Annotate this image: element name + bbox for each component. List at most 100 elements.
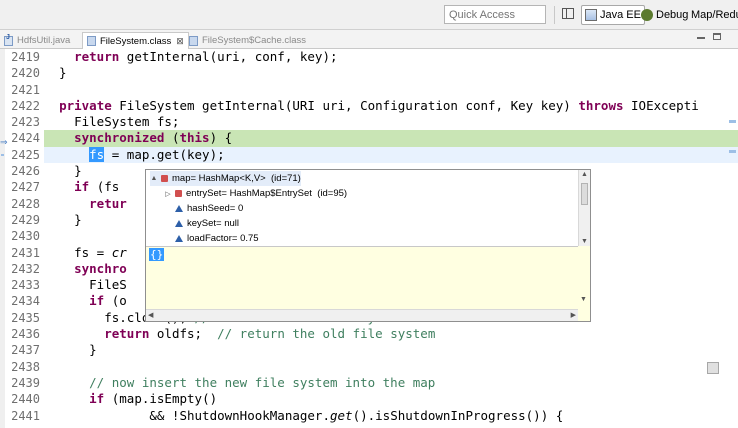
variable-label: hashSeed= 0: [187, 203, 244, 214]
protected-field-icon: [175, 220, 183, 227]
code-line[interactable]: fs = map.get(key);: [44, 146, 738, 164]
code-line[interactable]: if (map.isEmpty(): [44, 391, 738, 407]
line-number: 2432: [11, 261, 40, 276]
detail-value[interactable]: {}: [149, 248, 165, 261]
line-number: 2426: [11, 164, 40, 179]
overview-mark: [729, 120, 736, 123]
quick-access-input[interactable]: [444, 5, 546, 24]
private-field-icon: [161, 175, 168, 182]
java-ee-icon: [585, 9, 597, 21]
open-perspective-icon[interactable]: [562, 8, 574, 19]
debug-bug-icon: [641, 9, 653, 21]
keyword-token: this: [179, 130, 210, 146]
line-number: 2435: [11, 310, 40, 325]
variable-tree-item[interactable]: keySet= null: [150, 216, 239, 231]
code-line[interactable]: return oldfs; // return the old file sys…: [44, 326, 738, 342]
line-number: 2439: [11, 375, 40, 390]
scroll-right-icon[interactable]: ▶: [571, 311, 576, 319]
detail-scrollbar[interactable]: ▼: [578, 247, 590, 309]
expand-toggle-icon[interactable]: ▲: [150, 175, 158, 182]
keyword-token: private: [59, 97, 112, 113]
variable-tree-item[interactable]: loadFactor= 0.75: [150, 231, 259, 246]
private-field-icon: [175, 190, 182, 197]
code-line[interactable]: }: [44, 65, 738, 81]
code-line[interactable]: [44, 82, 738, 98]
line-number: 2420: [11, 66, 40, 81]
code-token: (: [104, 391, 120, 407]
line-number: 2419: [11, 50, 40, 64]
line-number: 2440: [11, 392, 40, 407]
tab-hdfsutil[interactable]: HdfsUtil.java: [0, 32, 74, 49]
code-line[interactable]: && !ShutdownHookManager.get().isShutdown…: [44, 408, 738, 424]
editor-scroll-thumb[interactable]: [707, 362, 719, 374]
code-line[interactable]: synchronized (this) {: [44, 130, 738, 147]
debug-hover-inspector[interactable]: ▲ map= HashMap<K,V> (id=71) ▷ entrySet= Has…: [145, 169, 591, 322]
minimize-icon[interactable]: [697, 37, 705, 39]
tab-filesystem-class[interactable]: FileSystem.class ⊠: [82, 32, 189, 49]
line-number: 2436: [11, 327, 40, 342]
code-line[interactable]: FileSystem fs;: [44, 114, 738, 130]
code-token: FileSystem getInternal(URI uri, Configur…: [111, 97, 579, 113]
code-token: }: [44, 163, 82, 179]
close-icon[interactable]: ⊠: [176, 36, 184, 47]
tree-scrollbar[interactable]: ▲ ▼: [578, 170, 590, 246]
perspective-java-ee-button[interactable]: Java EE: [581, 5, 645, 25]
perspective-label: Debug: [656, 9, 689, 21]
variable-tree[interactable]: ▲ map= HashMap<K,V> (id=71) ▷ entrySet= Has…: [146, 170, 578, 247]
expand-toggle-icon[interactable]: ▷: [164, 190, 172, 198]
toolbar-separator: [554, 6, 555, 24]
keyword-token: synchro: [74, 260, 127, 276]
variable-tree-item[interactable]: ▷ entrySet= HashMap$EntrySet (id=95): [150, 186, 347, 201]
protected-field-icon: [175, 205, 183, 212]
line-number: 2423: [11, 115, 40, 130]
line-number: 2429: [11, 212, 40, 227]
variable-label: loadFactor= 0.75: [187, 233, 259, 244]
scroll-thumb[interactable]: [581, 183, 588, 205]
code-line[interactable]: [44, 359, 738, 375]
code-line[interactable]: private FileSystem getInternal(URI uri, …: [44, 98, 738, 114]
class-file-icon: [87, 36, 96, 46]
keyword-token: if: [89, 391, 105, 407]
debug-current-line-icon: ⇒: [0, 137, 8, 147]
protected-field-icon: [175, 235, 183, 242]
tab-filesystem-cache-class[interactable]: FileSystem$Cache.class: [185, 32, 310, 49]
line-number: 2430: [11, 229, 40, 244]
variable-tree-item[interactable]: hashSeed= 0: [150, 201, 243, 216]
detail-horizontal-scrollbar[interactable]: ◀ ▶: [146, 309, 578, 321]
java-file-icon: [4, 34, 13, 46]
code-token: (o: [104, 293, 127, 309]
scroll-up-icon[interactable]: ▲: [581, 171, 588, 178]
scroll-left-icon[interactable]: ◀: [148, 311, 153, 319]
code-token: .isEmpty(): [141, 391, 218, 407]
code-line[interactable]: }: [44, 342, 738, 358]
comment-token: // return the old file system: [217, 326, 436, 342]
code-token: FileSystem fs;: [44, 114, 180, 130]
perspective-debug-button[interactable]: Debug: [638, 5, 691, 25]
main-toolbar: Java EE Debug Map/Redu: [0, 0, 738, 30]
perspective-label: Java EE: [600, 9, 641, 21]
perspective-mapreduce-button[interactable]: Map/Redu: [688, 5, 738, 25]
code-line[interactable]: // now insert the new file system into t…: [44, 375, 738, 391]
selected-token: fs: [89, 146, 105, 162]
keyword-token: if: [89, 293, 105, 309]
maximize-icon[interactable]: [713, 33, 721, 40]
keyword-token: return: [104, 326, 150, 342]
variable-tree-item[interactable]: ▲ map= HashMap<K,V> (id=71): [150, 171, 301, 186]
code-line[interactable]: return getInternal(uri, conf, key);: [44, 49, 738, 65]
keyword-token: retur: [89, 195, 127, 211]
keyword-token: return: [74, 49, 120, 64]
code-token: }: [44, 211, 82, 227]
line-number: 2427: [11, 180, 40, 195]
line-number: 2433: [11, 278, 40, 293]
scroll-down-icon[interactable]: ▼: [581, 238, 588, 245]
overview-mark: [729, 150, 736, 153]
code-token: map: [126, 146, 150, 162]
scroll-down-icon[interactable]: ▼: [580, 296, 587, 303]
